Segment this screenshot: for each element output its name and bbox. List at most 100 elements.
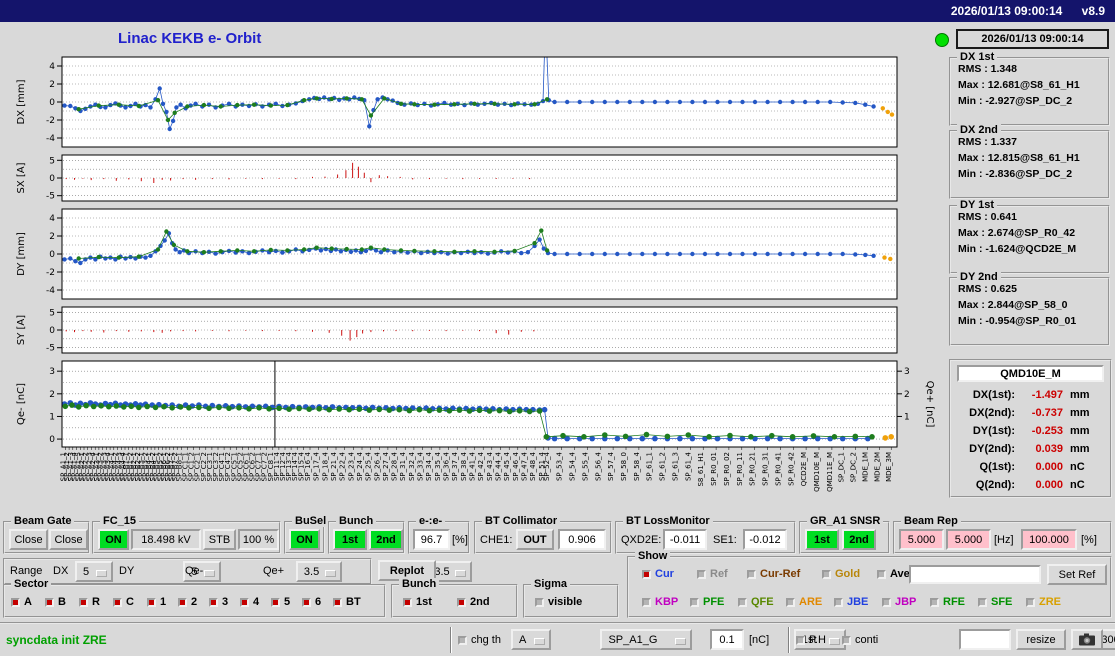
sector-checkbox-5[interactable]: 5 — [271, 596, 290, 608]
range-frame: Range DX 5 DY 5 Qe- 3.5 Qe+ 3.5 — [3, 558, 473, 585]
row-label: DY(2nd): — [969, 443, 1015, 455]
ph-checkbox[interactable]: P.H — [796, 634, 826, 646]
range-qem-select[interactable]: 3.5 — [295, 561, 342, 582]
orbit-plots: 4 2 0 -2 -4 DX [mm] 5 0 -5 SX [A] 4 2 0 -2 -4 DY [mm] 5 0… — [16, 56, 935, 492]
monitor-name[interactable]: QMD10E_M — [957, 365, 1104, 382]
show-cur-ref-checkbox[interactable]: Cur-Ref — [747, 568, 800, 580]
range-dx-select[interactable]: 5 — [75, 561, 113, 582]
sector-checkbox-r[interactable]: R — [79, 596, 100, 608]
sector-checkbox-c[interactable]: C — [113, 596, 134, 608]
chg-th-checkbox[interactable]: chg th — [458, 634, 501, 646]
svg-text:SP_61_4: SP_61_4 — [684, 451, 692, 481]
checkbox-indicator — [457, 597, 466, 607]
checkbox-label: A — [24, 596, 32, 608]
bt-collimator-frame: BT Collimator CHE1: OUT 0.906 — [474, 515, 612, 554]
checkbox-indicator — [978, 597, 987, 607]
mode-select[interactable]: A — [511, 629, 551, 650]
frame-label: Bunch — [399, 578, 440, 590]
beam-rep-value-1: 5.000 — [899, 529, 944, 550]
monitor-row: DX(2nd): -0.737 mm — [953, 404, 1108, 422]
checkbox-indicator — [403, 597, 412, 607]
sector-checkbox-4[interactable]: 4 — [240, 596, 259, 608]
set-ref-button[interactable]: Set Ref — [1047, 564, 1107, 585]
gr-snsr-1st-button[interactable]: 1st — [805, 529, 839, 550]
range-qep-label: Qe+ — [263, 565, 285, 577]
show-jbe-checkbox[interactable]: JBE — [834, 596, 868, 608]
row-unit: mm — [1070, 407, 1090, 419]
checkbox-indicator — [930, 597, 939, 607]
row-value: 0.000 — [1035, 479, 1063, 491]
stats-dy-2nd: DY 2nd RMS : 0.625 Max : 2.844@SP_58_0 M… — [949, 271, 1110, 346]
show-jbp-checkbox[interactable]: JBP — [882, 596, 916, 608]
show-cur-checkbox[interactable]: Cur — [642, 568, 674, 580]
threshold-unit: [nC] — [749, 634, 770, 646]
sector-checkbox-2[interactable]: 2 — [178, 596, 197, 608]
svg-text:Qe- [nC]: Qe- [nC] — [16, 383, 27, 425]
svg-text:SP_27_4: SP_27_4 — [382, 451, 390, 481]
conti-checkbox[interactable]: conti — [842, 634, 878, 646]
checkbox-indicator — [209, 597, 218, 607]
bunch-1st-button[interactable]: 1st — [333, 529, 367, 550]
ref-name-input[interactable] — [909, 565, 1041, 584]
sector-checkbox-bt[interactable]: BT — [333, 596, 361, 608]
checkbox-indicator — [45, 597, 54, 607]
stats-min: Min : -2.836@SP_DC_2 — [958, 168, 1073, 180]
monitor-row: Q(1st): 0.000 nC — [953, 458, 1108, 476]
bunch-view-1st-checkbox[interactable]: 1st — [403, 596, 432, 608]
row-unit: mm — [1070, 389, 1090, 401]
sigma-visible-checkbox[interactable]: visible — [535, 596, 582, 608]
checkbox-label: 1 — [160, 596, 167, 608]
svg-text:DX [mm]: DX [mm] — [16, 79, 27, 124]
svg-text:SP_R0_11: SP_R0_11 — [736, 452, 744, 486]
checkbox-label: conti — [855, 634, 879, 646]
screenshot-button[interactable] — [1071, 629, 1103, 650]
show-are-checkbox[interactable]: ARE — [786, 596, 822, 608]
extra-input[interactable] — [959, 629, 1011, 650]
svg-text:0: 0 — [49, 435, 55, 445]
sector-checkbox-a[interactable]: A — [11, 596, 32, 608]
show-kbp-checkbox[interactable]: KBP — [642, 596, 678, 608]
beam-gate-close-2-button[interactable]: Close — [49, 529, 88, 550]
fc15-on-button[interactable]: ON — [98, 529, 129, 550]
monitor-rows: DX(1st): -1.497 mm DX(2nd): -0.737 mm DY(1st… — [953, 386, 1108, 494]
show-ref-checkbox[interactable]: Ref — [697, 568, 728, 580]
checkbox-label: KBP — [655, 596, 679, 608]
busel-on-button[interactable]: ON — [289, 529, 320, 550]
monitor-select[interactable]: SP_A1_G — [600, 629, 693, 650]
fc15-stb-button[interactable]: STB — [203, 529, 236, 550]
show-gold-checkbox[interactable]: Gold — [822, 568, 860, 580]
svg-text:SP_58_0: SP_58_0 — [620, 452, 628, 481]
ee-ratio-unit: [%] — [452, 534, 468, 546]
show-zre-checkbox[interactable]: ZRE — [1026, 596, 1061, 608]
ee-ratio-value: 96.7 — [413, 529, 450, 550]
bunch-view-2nd-checkbox[interactable]: 2nd — [457, 596, 490, 608]
checkbox-indicator — [842, 635, 851, 645]
svg-text:SP_55_4: SP_55_4 — [581, 451, 589, 481]
svg-text:-4: -4 — [46, 134, 55, 144]
checkbox-label: 6 — [315, 596, 322, 608]
separator — [788, 627, 790, 653]
row-value: -1.497 — [1031, 389, 1063, 401]
sector-checkbox-b[interactable]: B — [45, 596, 66, 608]
resize-button[interactable]: resize — [1016, 629, 1066, 650]
show-sfe-checkbox[interactable]: SFE — [978, 596, 1012, 608]
beam-gate-close-1-button[interactable]: Close — [9, 529, 48, 550]
show-qfe-checkbox[interactable]: QFE — [738, 596, 774, 608]
show-rfe-checkbox[interactable]: RFE — [930, 596, 965, 608]
threshold-input[interactable]: 0.1 — [710, 629, 744, 650]
svg-text:SP_DC_2: SP_DC_2 — [850, 452, 858, 482]
svg-text:SP_R0_41: SP_R0_41 — [774, 452, 782, 486]
gr-snsr-2nd-button[interactable]: 2nd — [842, 529, 876, 550]
bunch-2nd-button[interactable]: 2nd — [369, 529, 403, 550]
checkbox-label: chg th — [471, 634, 501, 646]
show-pfe-checkbox[interactable]: PFE — [690, 596, 724, 608]
sector-checkbox-6[interactable]: 6 — [302, 596, 321, 608]
row-label: Q(1st): — [979, 461, 1015, 473]
stats-max: Max : 2.674@SP_R0_42 — [958, 227, 1076, 239]
sector-checkbox-3[interactable]: 3 — [209, 596, 228, 608]
svg-text:SP_44_4: SP_44_4 — [495, 451, 503, 481]
checkbox-indicator — [535, 597, 544, 607]
sector-checkbox-1[interactable]: 1 — [147, 596, 166, 608]
checkbox-label: Cur — [655, 568, 674, 580]
che1-out-button[interactable]: OUT — [516, 529, 554, 550]
